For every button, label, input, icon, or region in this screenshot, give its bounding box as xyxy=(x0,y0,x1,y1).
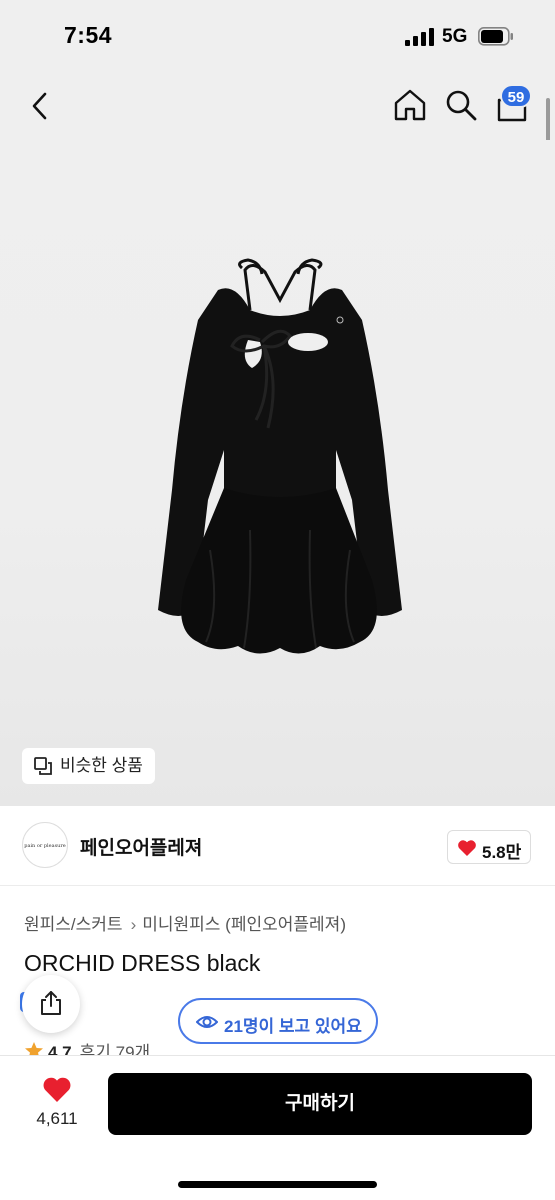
signal-icon xyxy=(405,28,434,46)
brand-name[interactable]: 페인오어플레져 xyxy=(80,833,202,860)
dress-image xyxy=(158,258,402,654)
viewers-pill: 21명이 보고 있어요 xyxy=(178,998,378,1044)
battery-icon xyxy=(478,27,513,46)
similar-products-button[interactable]: 비슷한 상품 xyxy=(22,748,155,784)
breadcrumb-subcategory[interactable]: 미니원피스 (페인오어플레져) xyxy=(142,915,346,934)
heart-icon xyxy=(458,840,476,856)
share-button[interactable] xyxy=(22,975,80,1033)
brand-row[interactable]: pain or pleasure 페인오어플레져 5.8만 xyxy=(0,806,555,886)
brand-like-button[interactable]: 5.8만 xyxy=(447,830,531,864)
similar-products-label: 비슷한 상품 xyxy=(60,756,143,775)
breadcrumb-category[interactable]: 원피스/스커트 xyxy=(24,915,123,934)
wish-count: 4,611 xyxy=(36,1109,78,1128)
network-type: 5G xyxy=(442,26,468,47)
breadcrumb: 원피스/스커트 › 미니원피스 (페인오어플레져) xyxy=(24,910,346,935)
status-bar: 7:54 5G xyxy=(0,0,555,74)
product-image[interactable]: 비슷한 상품 xyxy=(0,140,555,806)
chevron-right-icon: › xyxy=(130,915,137,934)
copy-icon xyxy=(34,757,52,775)
search-icon[interactable] xyxy=(444,88,478,122)
eye-icon xyxy=(196,1016,218,1028)
viewers-text: 21명이 보고 있어요 xyxy=(224,1017,362,1036)
home-icon[interactable] xyxy=(392,88,428,122)
brand-logo-text: pain or pleasure xyxy=(24,843,66,849)
heart-icon[interactable] xyxy=(42,1076,72,1103)
share-icon xyxy=(41,991,61,1015)
back-icon[interactable] xyxy=(26,90,54,122)
cart-count-badge: 59 xyxy=(500,84,532,108)
home-indicator xyxy=(178,1181,377,1188)
status-time: 7:54 xyxy=(64,22,113,48)
nav-bar xyxy=(0,74,555,140)
buy-button[interactable]: 구매하기 xyxy=(108,1073,532,1135)
bottom-action-bar: 4,611 구매하기 xyxy=(0,1055,555,1200)
brand-like-count: 5.8만 xyxy=(482,843,522,862)
brand-logo[interactable]: pain or pleasure xyxy=(22,822,68,868)
product-title: ORCHID DRESS black xyxy=(24,950,261,976)
